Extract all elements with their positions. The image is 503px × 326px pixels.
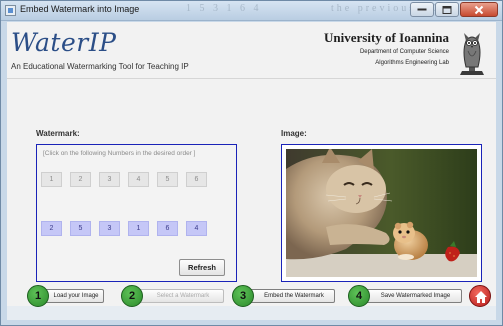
- number-button-6[interactable]: 6: [186, 172, 207, 187]
- step-number-badge: 1: [27, 285, 49, 307]
- close-icon: [474, 5, 484, 14]
- step-number-badge: 2: [121, 285, 143, 307]
- number-button-3[interactable]: 3: [99, 172, 120, 187]
- load-image-button[interactable]: Load your Image: [44, 289, 104, 303]
- step-number-badge: 3: [232, 285, 254, 307]
- image-panel: [281, 144, 482, 282]
- number-button-4[interactable]: 4: [128, 172, 149, 187]
- java-app-icon: [5, 5, 16, 16]
- selected-number: 3: [99, 221, 120, 236]
- app-logo: WaterIP: [11, 28, 117, 57]
- number-button-1[interactable]: 1: [41, 172, 62, 187]
- watermark-label: Watermark:: [36, 129, 80, 138]
- app-window: Embed Watermark into Image 1 5 3 1 6 4 t…: [0, 0, 503, 326]
- selected-order-row: 2 5 3 1 6 4: [41, 221, 215, 236]
- window-title: Embed Watermark into Image: [20, 4, 140, 14]
- embed-watermark-button[interactable]: Embed the Watermark: [249, 289, 335, 303]
- home-button[interactable]: [469, 285, 491, 307]
- selected-number: 4: [186, 221, 207, 236]
- step-number-badge: 4: [348, 285, 370, 307]
- maximize-button[interactable]: [435, 2, 459, 17]
- lab-name: Algorithms Engineering Lab: [375, 60, 449, 66]
- owl-icon: [460, 33, 484, 75]
- image-label: Image:: [281, 129, 307, 138]
- window-controls: [409, 2, 498, 17]
- number-button-2[interactable]: 2: [70, 172, 91, 187]
- minimize-icon: [417, 8, 427, 10]
- cat-and-hamster-photo: [286, 149, 477, 277]
- maximize-icon: [442, 5, 452, 14]
- selected-number: 5: [70, 221, 91, 236]
- save-image-button[interactable]: Save Watermarked Image: [365, 289, 462, 303]
- watermark-panel: [Click on the following Numbers in the d…: [36, 144, 237, 282]
- title-bar[interactable]: Embed Watermark into Image 1 5 3 1 6 4 t…: [1, 1, 502, 21]
- select-watermark-button[interactable]: Select a Watermark: [138, 289, 224, 303]
- main-content: WaterIP An Educational Watermarking Tool…: [7, 22, 496, 320]
- selected-number: 1: [128, 221, 149, 236]
- minimize-button[interactable]: [410, 2, 434, 17]
- department-name: Department of Computer Science: [359, 49, 449, 55]
- university-name: University of Ioannina: [324, 30, 449, 45]
- selected-number: 2: [41, 221, 62, 236]
- home-icon: [475, 291, 487, 303]
- close-button[interactable]: [460, 2, 498, 17]
- background-ghost-text: 1 5 3 1 6 4: [186, 3, 262, 14]
- header-divider: [7, 78, 496, 79]
- available-numbers-row: 1 2 3 4 5 6: [41, 172, 215, 187]
- number-button-5[interactable]: 5: [157, 172, 178, 187]
- app-subtitle: An Educational Watermarking Tool for Tea…: [11, 62, 189, 71]
- instruction-text: [Click on the following Numbers in the d…: [43, 150, 196, 157]
- refresh-button[interactable]: Refresh: [179, 259, 225, 276]
- footer-bar: [7, 306, 496, 320]
- selected-number: 6: [157, 221, 178, 236]
